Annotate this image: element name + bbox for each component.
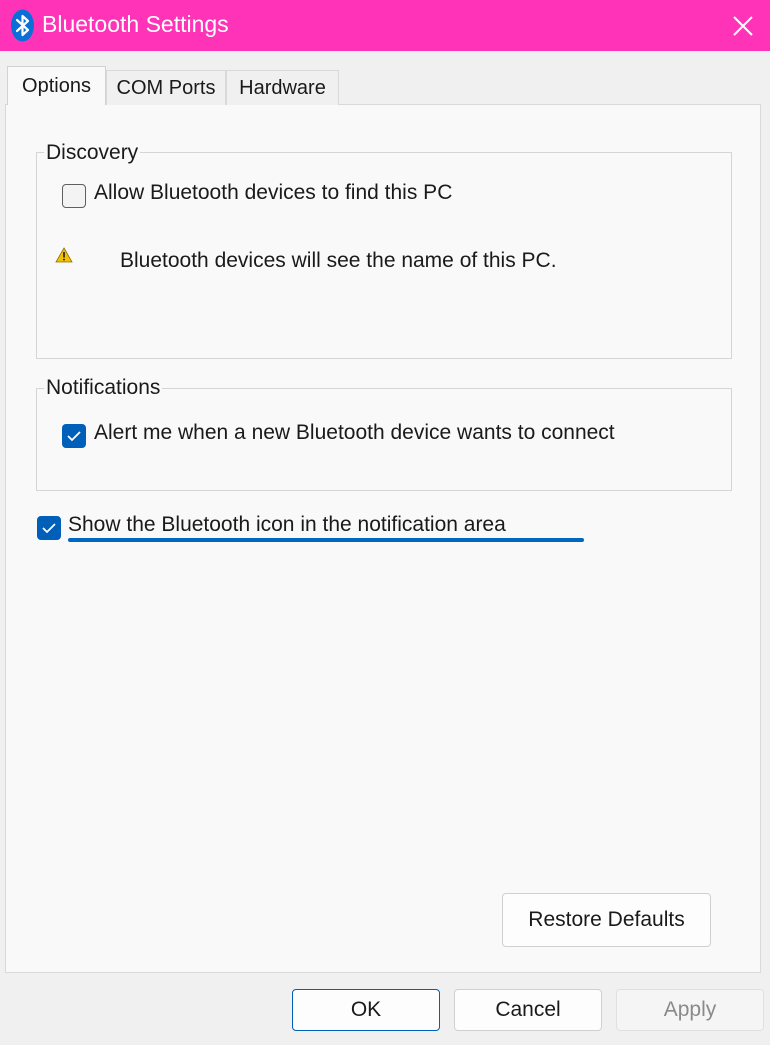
alert-new-device-label[interactable]: Alert me when a new Bluetooth device wan…	[94, 421, 615, 445]
checkmark-icon	[42, 523, 56, 534]
tab-hardware[interactable]: Hardware	[226, 70, 339, 105]
close-icon	[733, 15, 753, 36]
tab-hardware-label: Hardware	[239, 76, 326, 99]
tab-com-ports-label: COM Ports	[116, 76, 216, 99]
apply-button[interactable]: Apply	[616, 989, 764, 1031]
show-tray-icon-label[interactable]: Show the Bluetooth icon in the notificat…	[68, 513, 506, 537]
warning-icon	[55, 247, 73, 263]
alert-new-device-checkbox[interactable]	[62, 424, 86, 448]
checkmark-icon	[67, 431, 81, 442]
tab-com-ports[interactable]: COM Ports	[106, 70, 226, 105]
ok-button[interactable]: OK	[292, 989, 440, 1031]
allow-discovery-label[interactable]: Allow Bluetooth devices to find this PC	[94, 181, 452, 205]
bluetooth-icon	[11, 9, 34, 42]
allow-discovery-checkbox[interactable]	[62, 184, 86, 208]
focus-indicator	[68, 538, 584, 542]
discovery-legend: Discovery	[44, 141, 141, 165]
close-button[interactable]	[716, 0, 770, 51]
tab-options-label: Options	[22, 74, 91, 97]
show-tray-icon-checkbox[interactable]	[37, 516, 61, 540]
window-title: Bluetooth Settings	[42, 11, 229, 37]
notifications-legend: Notifications	[44, 376, 163, 400]
discovery-warning-text: Bluetooth devices will see the name of t…	[120, 249, 557, 272]
restore-defaults-button[interactable]: Restore Defaults	[502, 893, 711, 947]
tab-options[interactable]: Options	[7, 66, 106, 105]
title-bar: Bluetooth Settings	[0, 0, 770, 51]
cancel-button[interactable]: Cancel	[454, 989, 602, 1031]
